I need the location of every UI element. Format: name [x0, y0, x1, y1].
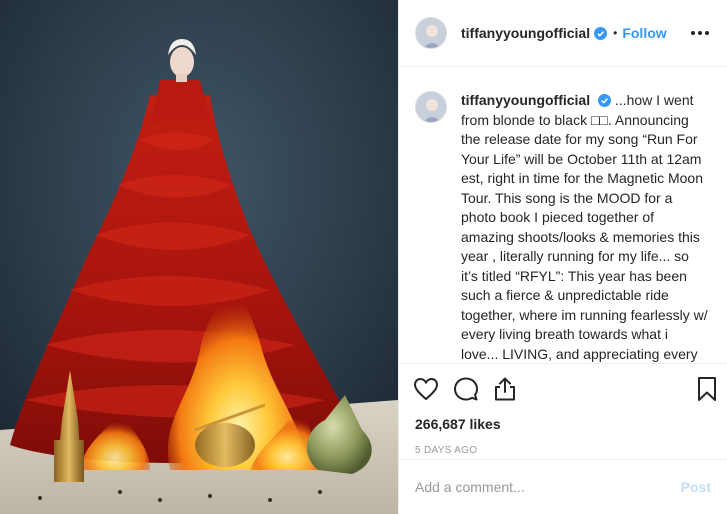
verified-badge-icon [594, 26, 608, 40]
post-timestamp[interactable]: 5 DAYS AGO [399, 445, 727, 459]
action-bar [399, 363, 727, 413]
username-link[interactable]: tiffanyyoungofficial [461, 25, 590, 41]
verified-badge-icon [598, 94, 612, 107]
post-image[interactable] [0, 0, 398, 514]
post-header: tiffanyyoungofficial • Follow [399, 0, 727, 67]
caption-avatar[interactable] [415, 91, 447, 123]
header-separator: • [613, 26, 618, 40]
comment-bubble-icon [454, 377, 478, 400]
post-caption: tiffanyyoungofficial ...how I went from … [461, 91, 709, 363]
caption-text: ...how I went from blonde to black □□. A… [461, 92, 708, 362]
share-icon [495, 377, 515, 400]
comments-area[interactable]: tiffanyyoungofficial ...how I went from … [399, 67, 727, 363]
post-photo-gown-on-fire [0, 0, 398, 514]
like-button[interactable] [413, 369, 453, 409]
caption-username-link[interactable]: tiffanyyoungofficial [461, 92, 590, 108]
post-comment-button[interactable]: Post [681, 479, 711, 495]
comment-input[interactable] [415, 479, 681, 495]
heart-icon [413, 377, 439, 400]
avatar[interactable] [415, 17, 447, 49]
comment-button[interactable] [453, 369, 493, 409]
save-button[interactable] [691, 376, 717, 402]
follow-button[interactable]: Follow [622, 25, 666, 41]
avatar-photo [416, 92, 446, 122]
post-sidebar: tiffanyyoungofficial • Follow tiffanyyou… [398, 0, 727, 514]
likes-count[interactable]: 266,687 likes [399, 414, 727, 434]
instagram-post: tiffanyyoungofficial • Follow tiffanyyou… [0, 0, 727, 514]
more-options-icon[interactable] [687, 27, 713, 39]
bookmark-icon [698, 376, 716, 401]
add-comment-bar: Post [399, 459, 727, 514]
share-button[interactable] [493, 369, 533, 409]
avatar-photo [416, 18, 446, 48]
